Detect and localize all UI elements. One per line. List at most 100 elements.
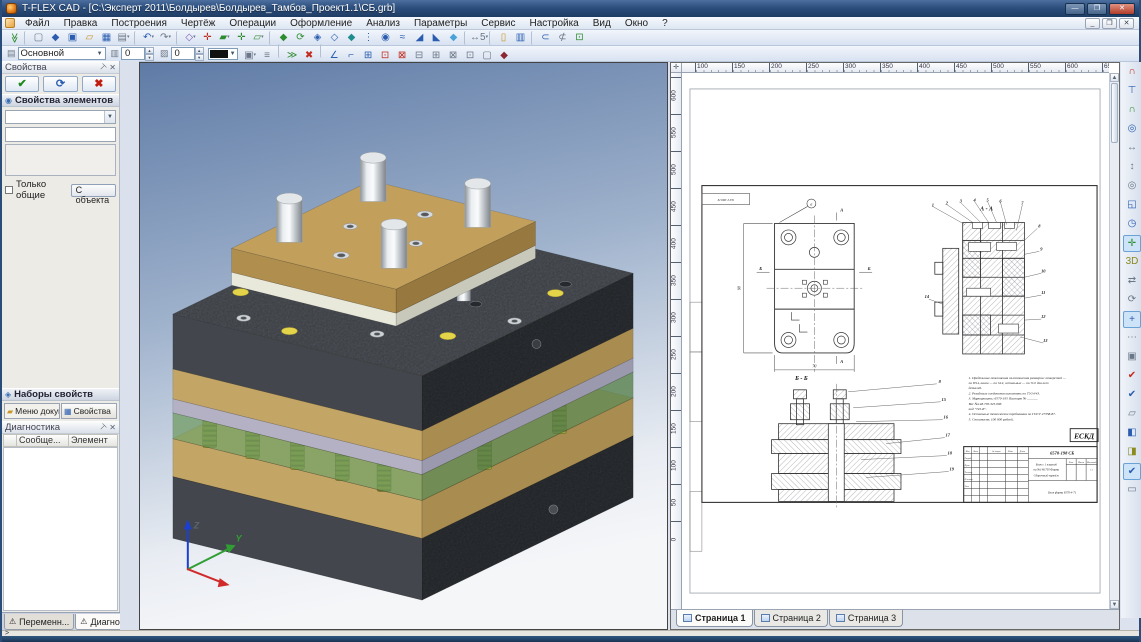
crosshair-button[interactable]: + bbox=[1123, 311, 1141, 328]
close-icon[interactable]: ✕ bbox=[109, 423, 116, 432]
scroll-up-icon[interactable]: ▲ bbox=[1110, 73, 1119, 82]
icon-column-header[interactable] bbox=[3, 434, 17, 447]
pan-horizontal-button[interactable]: ⇄ bbox=[1123, 273, 1141, 290]
check-document-button[interactable]: ▯ bbox=[495, 31, 512, 45]
material-button[interactable]: ▥ bbox=[512, 31, 529, 45]
blend-button[interactable]: ◆ bbox=[343, 31, 360, 45]
Сервис[interactable]: Сервис bbox=[474, 18, 522, 29]
layers-window-button[interactable]: ▣ bbox=[242, 49, 259, 63]
fit-width-button[interactable]: ↔ bbox=[1123, 140, 1141, 157]
property-value-input[interactable] bbox=[5, 127, 116, 142]
Файл[interactable]: Файл bbox=[18, 18, 57, 29]
check-model-button[interactable]: ✔ bbox=[1123, 368, 1141, 385]
iso-cube-button[interactable]: ◧ bbox=[1123, 425, 1141, 442]
snap-on-button[interactable]: ∩ bbox=[1123, 102, 1141, 119]
Параметры[interactable]: Параметры bbox=[407, 18, 474, 29]
Построения[interactable]: Построения bbox=[104, 18, 174, 29]
cancel-edit-button[interactable]: ✖ bbox=[301, 49, 318, 63]
pan-button[interactable]: ✛ bbox=[1123, 235, 1141, 252]
rotate-view-button[interactable]: ⟳ bbox=[1123, 292, 1141, 309]
toggle-nodes-button[interactable]: ⊠ bbox=[394, 49, 411, 63]
mdi-restore-button[interactable]: ❒ bbox=[1102, 18, 1117, 29]
viewport-rect-button[interactable]: ▭ bbox=[1123, 482, 1141, 499]
copy-array-button[interactable]: ⋮ bbox=[360, 31, 377, 45]
zoom-window-button[interactable]: ◱ bbox=[1123, 197, 1141, 214]
redo-button[interactable]: ↷ bbox=[157, 31, 174, 45]
Чертёж[interactable]: Чертёж bbox=[174, 18, 222, 29]
workplane-button[interactable]: ▰ bbox=[216, 31, 233, 45]
element-column-header[interactable]: Элемент bbox=[69, 434, 118, 447]
sweep-button[interactable]: ◆ bbox=[445, 31, 462, 45]
grid-button[interactable]: ⊞ bbox=[360, 49, 377, 63]
Оформление[interactable]: Оформление bbox=[283, 18, 359, 29]
extrude-button[interactable]: ◆ bbox=[275, 31, 292, 45]
only-common-checkbox[interactable] bbox=[5, 186, 13, 194]
horizontal-ruler[interactable]: 100150200250300350400450500550600650 bbox=[682, 63, 1109, 73]
attach-fragment-button[interactable]: ⊂ bbox=[537, 31, 554, 45]
pin-icon[interactable]: ⊤ bbox=[97, 421, 108, 432]
3d-viewport[interactable]: Z Y bbox=[139, 62, 668, 630]
zoom-button[interactable]: ◎ bbox=[1123, 121, 1141, 138]
ruler-origin-button[interactable]: ✛ bbox=[671, 63, 682, 73]
shell-button[interactable]: ◣ bbox=[428, 31, 445, 45]
selected-cube-button[interactable]: ✔ bbox=[1123, 463, 1141, 480]
priority-field[interactable]: 0 bbox=[171, 47, 195, 60]
new-document-button[interactable]: ▢ bbox=[30, 31, 47, 45]
pin-view-button[interactable]: ⊤ bbox=[1123, 83, 1141, 100]
refresh-button[interactable]: ⟳ bbox=[43, 76, 77, 92]
zoom-previous-button[interactable]: ◎ bbox=[1123, 178, 1141, 195]
restore-button[interactable]: ❒ bbox=[1087, 3, 1107, 15]
scroll-down-icon[interactable]: ▼ bbox=[1110, 600, 1119, 609]
vertical-scrollbar[interactable]: ▲ ▼ bbox=[1109, 73, 1119, 609]
level-stepper[interactable]: ▲▼ bbox=[145, 47, 154, 60]
property-memo[interactable] bbox=[5, 144, 116, 176]
cancel-button[interactable]: ✖ bbox=[82, 76, 116, 92]
Настройка[interactable]: Настройка bbox=[523, 18, 586, 29]
undo-button[interactable]: ↶ bbox=[140, 31, 157, 45]
Операции[interactable]: Операции bbox=[222, 18, 283, 29]
save-button[interactable]: ▦ bbox=[98, 31, 115, 45]
vertical-ruler[interactable]: 600550500450400350300250200150100500 bbox=[671, 73, 682, 609]
toggle-frag-button[interactable]: ⊡ bbox=[462, 49, 479, 63]
hole-button[interactable]: ◉ bbox=[377, 31, 394, 45]
spiral-button[interactable]: ≈ bbox=[394, 31, 411, 45]
level-field[interactable]: 0 bbox=[121, 47, 145, 60]
panel-splitter[interactable] bbox=[120, 61, 139, 630]
toggle-text-button[interactable]: ⊠ bbox=[445, 49, 462, 63]
revolve-button[interactable]: ⟳ bbox=[292, 31, 309, 45]
Правка[interactable]: Правка bbox=[57, 18, 105, 29]
tab-variables[interactable]: ⚠ Переменн... bbox=[4, 614, 74, 630]
Вид[interactable]: Вид bbox=[586, 18, 618, 29]
boolean-union-button[interactable]: ◈ bbox=[309, 31, 326, 45]
diagnostics-list[interactable] bbox=[3, 447, 118, 611]
recheck-model-button[interactable]: ✔ bbox=[1123, 387, 1141, 404]
?[interactable]: ? bbox=[655, 18, 675, 29]
from-object-button[interactable]: С объекта bbox=[71, 184, 116, 197]
mode-3d-button[interactable]: 3D bbox=[1123, 254, 1141, 271]
start-edit-button[interactable]: ≫ bbox=[284, 49, 301, 63]
minimize-button[interactable]: — bbox=[1065, 3, 1085, 15]
element-type-combo[interactable]: ▼ bbox=[5, 110, 116, 124]
properties-toggle[interactable]: ▦Свойства bbox=[61, 403, 117, 419]
print-button[interactable]: ▤ bbox=[115, 31, 132, 45]
boolean-subtract-button[interactable]: ◇ bbox=[326, 31, 343, 45]
mdi-minimize-button[interactable]: _ bbox=[1085, 18, 1100, 29]
close-icon[interactable]: ✕ bbox=[109, 63, 116, 72]
document-menu-toggle[interactable]: ▰Меню докум... bbox=[4, 403, 60, 419]
copy-view-button[interactable]: ▣ bbox=[1123, 349, 1141, 366]
fragment-button[interactable]: ⊡ bbox=[571, 31, 588, 45]
new-window-button[interactable]: ▣ bbox=[64, 31, 81, 45]
continue-button[interactable]: ⋯ bbox=[1123, 330, 1141, 347]
drawing-button[interactable]: ◇ bbox=[182, 31, 199, 45]
workplane-view-button[interactable]: ▱ bbox=[1123, 406, 1141, 423]
toggle-dims-button[interactable]: ⊞ bbox=[428, 49, 445, 63]
new-3d-model-button[interactable]: ◆ bbox=[47, 31, 64, 45]
toggle-lines-button[interactable]: ⊡ bbox=[377, 49, 394, 63]
construction-lines-button[interactable]: ∠ bbox=[326, 49, 343, 63]
page-tab-2[interactable]: Страница 2 bbox=[754, 610, 828, 627]
database-button[interactable]: ◆ bbox=[496, 49, 513, 63]
priority-stepper[interactable]: ▲▼ bbox=[195, 47, 204, 60]
model-tree-button[interactable]: ≡ bbox=[259, 49, 276, 63]
apply-button[interactable]: ≫ bbox=[7, 29, 21, 46]
color-swatch[interactable]: ▼ bbox=[208, 48, 238, 60]
